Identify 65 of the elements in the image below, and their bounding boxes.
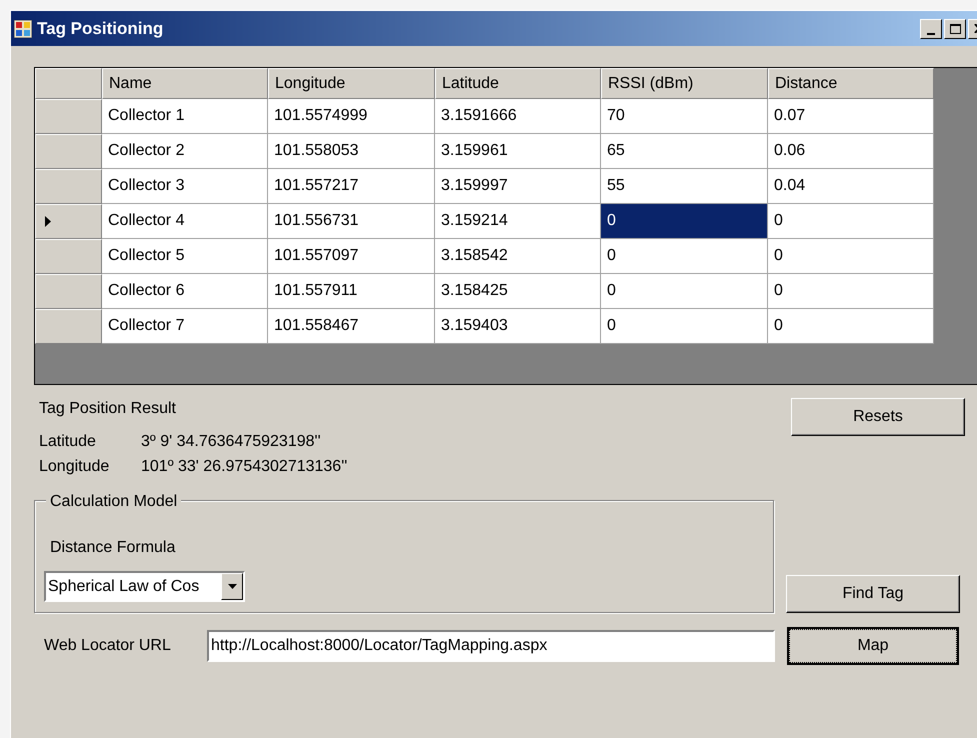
table-cell[interactable]: Collector 5: [102, 239, 268, 274]
column-header[interactable]: Longitude: [268, 68, 435, 99]
url-label: Web Locator URL: [44, 636, 172, 656]
column-header[interactable]: Distance: [768, 68, 934, 99]
table-cell[interactable]: 0: [768, 309, 934, 344]
minimize-button[interactable]: [920, 18, 942, 38]
table-cell[interactable]: 101.556731: [268, 204, 435, 239]
table-cell[interactable]: 0.06: [768, 134, 934, 169]
row-header[interactable]: [35, 274, 102, 309]
table-cell[interactable]: 3.159961: [435, 134, 601, 169]
table-cell[interactable]: Collector 4: [102, 204, 268, 239]
table-cell[interactable]: 0.04: [768, 169, 934, 204]
table-cell[interactable]: Collector 1: [102, 99, 268, 134]
table-cell[interactable]: 0: [768, 239, 934, 274]
table-cell[interactable]: 3.1591666: [435, 99, 601, 134]
table-cell[interactable]: 3.158425: [435, 274, 601, 309]
table-cell[interactable]: 3.158542: [435, 239, 601, 274]
table-cell[interactable]: 101.558053: [268, 134, 435, 169]
longitude-value: 101º 33' 26.9754302713136'': [141, 457, 348, 477]
table-cell[interactable]: 0: [768, 204, 934, 239]
row-header[interactable]: [35, 169, 102, 204]
table-cell[interactable]: 70: [601, 99, 768, 134]
app-icon: [14, 20, 32, 38]
find-tag-button[interactable]: Find Tag: [786, 575, 960, 613]
table-cell[interactable]: Collector 7: [102, 309, 268, 344]
column-header[interactable]: RSSI (dBm): [601, 68, 768, 99]
table-cell[interactable]: 65: [601, 134, 768, 169]
latitude-label: Latitude: [39, 432, 97, 452]
row-header[interactable]: [35, 239, 102, 274]
maximize-button[interactable]: [944, 18, 966, 38]
table-cell[interactable]: 3.159214: [435, 204, 601, 239]
table-cell[interactable]: 0: [601, 204, 768, 239]
table-cell[interactable]: 101.557217: [268, 169, 435, 204]
table-cell[interactable]: 101.558467: [268, 309, 435, 344]
formula-dropdown[interactable]: Spherical Law of Cos: [44, 571, 245, 602]
table-cell[interactable]: 0: [601, 274, 768, 309]
column-header[interactable]: Name: [102, 68, 268, 99]
table-cell[interactable]: 3.159997: [435, 169, 601, 204]
row-header[interactable]: [35, 99, 102, 134]
table-cell[interactable]: 0: [601, 309, 768, 344]
table-cell[interactable]: 0.07: [768, 99, 934, 134]
field-label: Distance Formula: [50, 538, 176, 558]
row-header[interactable]: [35, 204, 102, 239]
dropdown-value: Spherical Law of Cos: [48, 576, 200, 596]
table-cell[interactable]: 101.5574999: [268, 99, 435, 134]
longitude-label: Longitude: [39, 457, 110, 477]
result-heading: Tag Position Result: [39, 399, 177, 419]
table-cell[interactable]: Collector 2: [102, 134, 268, 169]
column-header[interactable]: Latitude: [435, 68, 601, 99]
table-cell[interactable]: 101.557911: [268, 274, 435, 309]
table-cell[interactable]: Collector 6: [102, 274, 268, 309]
table-cell[interactable]: 3.159403: [435, 309, 601, 344]
latitude-value: 3º 9' 34.7636475923198'': [141, 432, 321, 452]
corner-header: [35, 68, 102, 99]
table-cell[interactable]: 101.557097: [268, 239, 435, 274]
window-title: Tag Positioning: [37, 18, 164, 40]
table-cell[interactable]: Collector 3: [102, 169, 268, 204]
map-button[interactable]: Map: [787, 627, 959, 665]
table-cell[interactable]: 0: [768, 274, 934, 309]
resets-button[interactable]: Resets: [791, 398, 965, 436]
row-header[interactable]: [35, 134, 102, 169]
table-cell[interactable]: 0: [601, 239, 768, 274]
url-input[interactable]: http://Localhost:8000/Locator/TagMapping.aspx: [207, 630, 775, 662]
row-header[interactable]: [35, 309, 102, 344]
table-cell[interactable]: 55: [601, 169, 768, 204]
